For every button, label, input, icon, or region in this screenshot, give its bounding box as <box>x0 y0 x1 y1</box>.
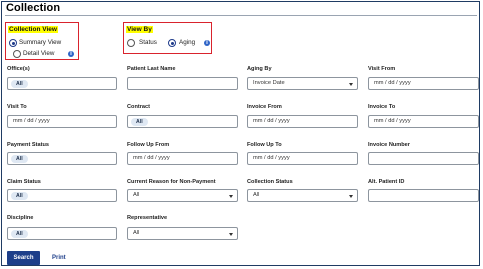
aging-by-select[interactable]: Invoice Date <box>247 77 358 90</box>
collection-status-select[interactable]: All <box>247 189 358 202</box>
chevron-down-icon <box>349 82 353 86</box>
chevron-down-icon <box>229 232 233 236</box>
aging-by-label: Aging By <box>247 66 272 72</box>
search-button[interactable]: Search <box>7 251 40 265</box>
patient-last-name-input[interactable] <box>127 77 238 90</box>
visit-to-label: Visit To <box>7 104 27 110</box>
representative-value: All <box>133 230 140 236</box>
claim-status-select[interactable]: All <box>7 189 117 202</box>
payment-status-label: Payment Status <box>7 142 49 148</box>
follow-up-to-input[interactable]: mm / dd / yyyy <box>247 152 358 165</box>
payment-status-select[interactable]: All <box>7 152 117 165</box>
representative-label: Representative <box>127 215 168 221</box>
view-by-group: View By Status Aging i <box>123 22 212 54</box>
status-label: Status <box>139 39 157 46</box>
follow-up-from-input[interactable]: mm / dd / yyyy <box>127 152 238 165</box>
collection-view-heading: Collection View <box>8 26 58 33</box>
discipline-label: Discipline <box>7 215 34 221</box>
detail-view-label: Detail View <box>23 50 55 57</box>
print-link[interactable]: Print <box>52 255 66 261</box>
follow-up-from-label: Follow Up From <box>127 142 170 148</box>
visit-from-input[interactable]: mm / dd / yyyy <box>368 77 479 90</box>
summary-view-label: Summary View <box>19 39 62 46</box>
chevron-down-icon <box>349 194 353 198</box>
invoice-to-input[interactable]: mm / dd / yyyy <box>368 115 479 128</box>
invoice-to-label: Invoice To <box>368 104 396 110</box>
contract-tag[interactable]: All <box>131 117 148 126</box>
payment-status-tag[interactable]: All <box>11 154 28 163</box>
collection-status-value: All <box>253 192 260 198</box>
alt-patient-id-input[interactable] <box>368 189 479 202</box>
visit-to-input[interactable]: mm / dd / yyyy <box>7 115 117 128</box>
aging-label: Aging <box>179 39 196 46</box>
collection-view-group: Collection View Summary View Detail View… <box>5 22 79 60</box>
visit-from-label: Visit From <box>368 66 396 72</box>
offices-label: Office(s) <box>7 66 30 72</box>
chevron-down-icon <box>229 194 233 198</box>
info-icon[interactable]: i <box>68 51 74 57</box>
representative-select[interactable]: All <box>127 227 238 240</box>
aging-radio[interactable] <box>168 39 176 47</box>
aging-by-value: Invoice Date <box>253 80 285 86</box>
offices-tag[interactable]: All <box>11 79 28 88</box>
detail-view-radio[interactable] <box>13 50 21 58</box>
invoice-from-label: Invoice From <box>247 104 282 110</box>
contract-label: Contract <box>127 104 150 110</box>
claim-status-label: Claim Status <box>7 179 41 185</box>
info-icon[interactable]: i <box>204 40 210 46</box>
follow-up-to-label: Follow Up To <box>247 142 282 148</box>
claim-status-tag[interactable]: All <box>11 191 28 200</box>
current-reason-value: All <box>133 192 140 198</box>
collection-panel: Collection Collection View Summary View … <box>1 1 480 266</box>
status-radio[interactable] <box>127 39 135 47</box>
collection-status-label: Collection Status <box>247 179 293 185</box>
contract-select[interactable]: All <box>127 115 238 128</box>
page-title: Collection <box>6 2 61 14</box>
discipline-select[interactable]: All <box>7 227 117 240</box>
invoice-number-input[interactable] <box>368 152 479 165</box>
current-reason-label: Current Reason for Non-Payment <box>127 179 216 185</box>
summary-view-radio[interactable] <box>9 39 17 47</box>
title-divider <box>5 15 477 16</box>
current-reason-select[interactable]: All <box>127 189 238 202</box>
alt-patient-id-label: Alt. Patient ID <box>368 179 405 185</box>
discipline-tag[interactable]: All <box>11 229 28 238</box>
view-by-heading: View By <box>126 26 153 33</box>
invoice-from-input[interactable]: mm / dd / yyyy <box>247 115 358 128</box>
offices-select[interactable]: All <box>7 77 117 90</box>
patient-last-name-label: Patient Last Name <box>127 66 176 72</box>
invoice-number-label: Invoice Number <box>368 142 410 148</box>
